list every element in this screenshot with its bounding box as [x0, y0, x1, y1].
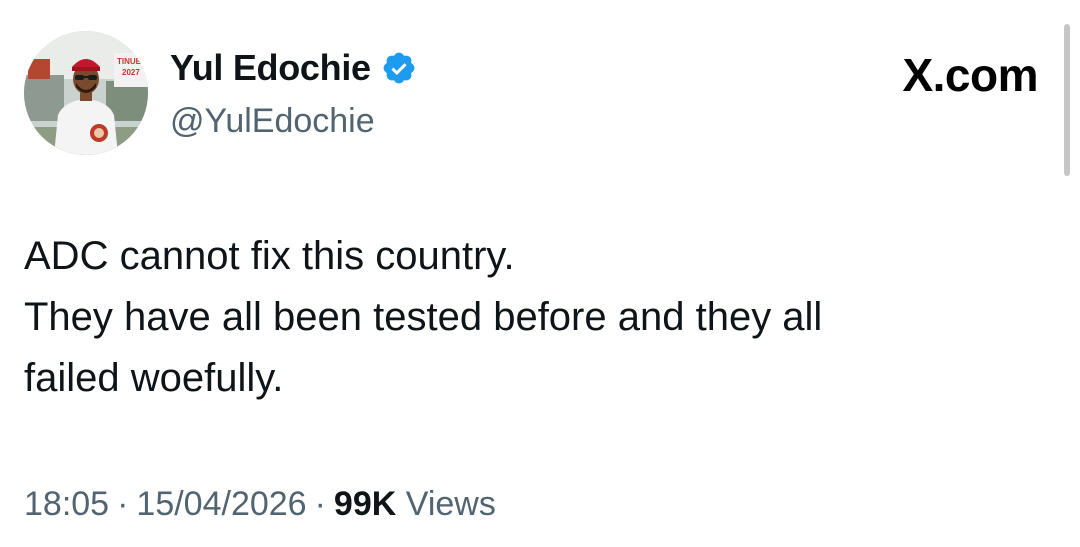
tweet-date[interactable]: 15/04/2026: [136, 485, 306, 523]
tweet-meta: 18:05 · 15/04/2026 · 99K Views: [24, 482, 496, 526]
author-name-row: Yul Edochie: [170, 46, 417, 90]
view-count[interactable]: 99K: [334, 485, 396, 523]
author-handle[interactable]: @YulEdochie: [170, 100, 375, 142]
meta-separator: ·: [117, 485, 129, 523]
avatar-poster-text: TINUBU: [117, 57, 147, 66]
author-display-name[interactable]: Yul Edochie: [170, 46, 371, 90]
avatar-photo: TINUBU 2027: [24, 31, 148, 155]
tweet-text-line: ADC cannot fix this country.: [24, 234, 515, 278]
tweet-text-line: failed woefully.: [24, 356, 284, 400]
verified-badge-icon: [381, 50, 417, 86]
meta-separator: ·: [314, 485, 326, 523]
tweet-time[interactable]: 18:05: [24, 485, 109, 523]
svg-text:2027: 2027: [122, 68, 140, 77]
tweet-text: ADC cannot fix this country. They have a…: [24, 226, 1024, 409]
scrollbar[interactable]: [1064, 24, 1070, 176]
tweet-card: TINUBU 2027 Yul Edochie @YulEdochie X.co…: [0, 0, 1080, 547]
site-brand-logo: X.com: [902, 49, 1038, 101]
tweet-text-line: They have all been tested before and the…: [24, 295, 823, 339]
views-label: Views: [405, 485, 496, 523]
author-avatar[interactable]: TINUBU 2027: [24, 31, 148, 155]
